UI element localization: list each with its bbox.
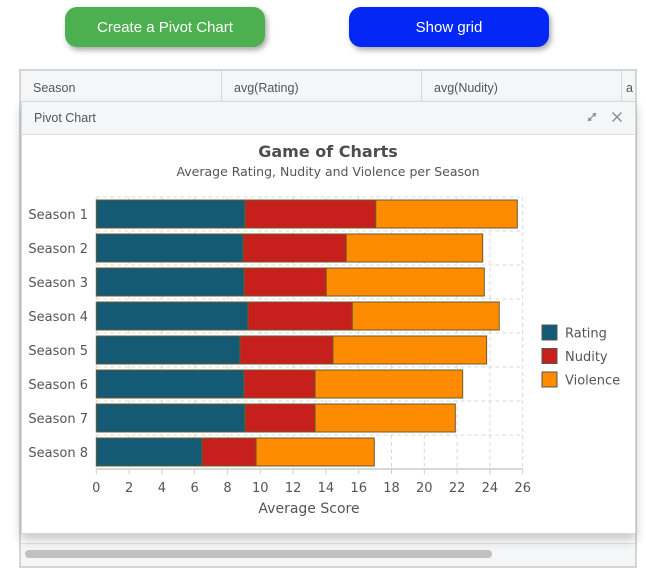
legend-label-violence: Violence [565,374,620,389]
x-tick-label: 2 [125,481,133,496]
bar-violence [314,403,456,433]
stacked-bar-chart: Game of Charts Average Rating, Nudity an… [28,142,620,517]
bar-violence [345,233,484,263]
bar-nudity [243,267,327,297]
bar-nudity [242,233,347,263]
x-axis: 0 2 4 6 8 10 12 14 16 18 20 22 24 26 [92,468,531,496]
legend-swatch-nudity [541,348,558,364]
x-tick-label: 8 [223,481,231,496]
legend: Rating Nudity Violence [541,324,620,389]
chart-subtitle: Average Rating, Nudity and Violence per … [176,164,479,179]
bar-nudity [243,369,316,399]
legend-label-nudity: Nudity [565,350,608,365]
x-tick-label: 4 [158,481,166,496]
bar-nudity [247,301,353,331]
y-tick-label: Season 7 [28,412,88,427]
x-tick-label: 14 [318,481,335,496]
y-tick-label: Season 1 [28,208,88,223]
bar-rating [95,233,244,263]
y-tick-label: Season 2 [28,242,88,257]
x-tick-label: 6 [191,481,199,496]
legend-label-rating: Rating [565,327,607,342]
x-tick-label: 26 [514,481,531,496]
y-tick-label: Season 3 [28,276,88,291]
x-tick-label: 20 [416,481,433,496]
y-tick-label: Season 5 [28,344,88,359]
bar-rating [95,335,241,365]
bar-rating [95,403,246,433]
chart-title: Game of Charts [258,142,398,161]
bar-violence [351,301,500,331]
x-axis-label: Average Score [258,501,359,517]
x-tick-label: 16 [350,481,367,496]
bar-violence [255,437,375,467]
y-axis-labels: Season 1 Season 2 Season 3 Season 4 Season 5… [28,208,88,461]
bar-nudity [244,199,377,229]
bar-violence [314,369,464,399]
y-tick-label: Season 4 [28,310,88,325]
legend-swatch-rating [541,324,558,341]
bar-nudity [201,437,257,467]
bar-rating [95,369,245,399]
legend-swatch-violence [541,371,558,388]
x-tick-label: 18 [383,481,400,496]
bar-violence [325,267,485,297]
bar-rating [95,267,245,297]
x-tick-label: 22 [449,481,466,496]
x-tick-label: 24 [482,481,499,496]
bar-violence [375,199,518,229]
bar-rating [95,437,203,467]
x-tick-label: 0 [92,481,100,496]
bar-rating [95,301,249,331]
y-tick-label: Season 6 [28,378,88,393]
bar-rating [95,199,246,229]
bar-nudity [239,335,334,365]
bar-nudity [244,403,316,433]
x-tick-label: 12 [285,481,302,496]
y-tick-label: Season 8 [28,446,88,461]
bar-violence [332,335,488,365]
x-tick-label: 10 [252,481,269,496]
